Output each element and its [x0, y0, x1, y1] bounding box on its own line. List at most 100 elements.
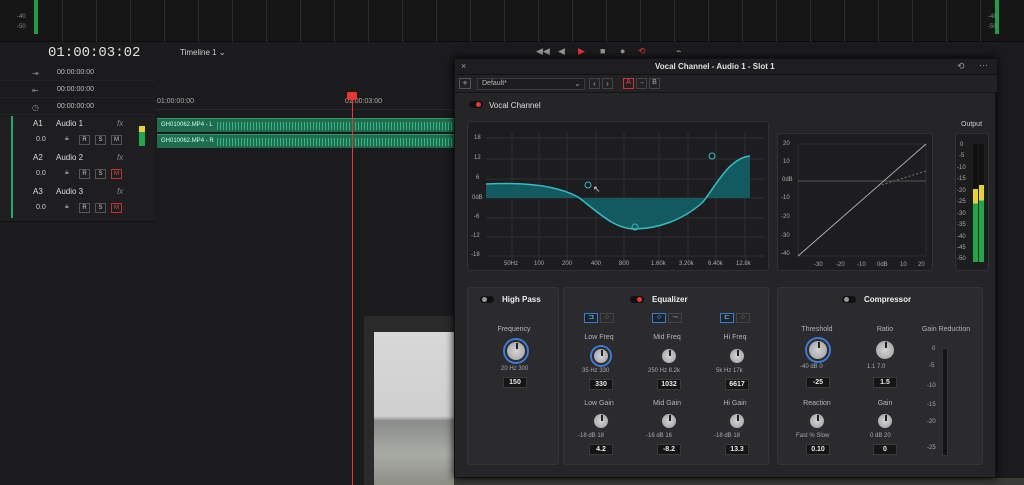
playhead-handle[interactable]	[347, 92, 357, 100]
ratio-value[interactable]: 1.5	[873, 377, 897, 388]
gain-knob[interactable]	[876, 412, 894, 430]
reaction-value[interactable]: 0.10	[806, 444, 830, 455]
eq-graph[interactable]: ↖ 18 12 6 0dB -6 -12 -18 50Hz 100 200 40…	[467, 121, 769, 271]
mute-button[interactable]: M	[111, 169, 122, 179]
reset-icon[interactable]: ⟲	[957, 61, 965, 72]
timeline-selector[interactable]: Timeline 1 ⌄	[180, 48, 226, 57]
panel-title: Vocal Channel - Audio 1 - Slot 1	[655, 62, 775, 71]
gain-value[interactable]: 0	[873, 444, 897, 455]
hi-shelf-filter-icon[interactable]: ⊏	[720, 313, 734, 323]
hi-gain-knob[interactable]	[728, 412, 746, 430]
hi-freq-knob[interactable]	[728, 347, 746, 365]
lock-icon[interactable]: 🔒︎	[65, 135, 69, 143]
meter-left	[34, 0, 38, 34]
comp-y-tick: -30	[781, 233, 790, 239]
lock-icon[interactable]: 🔒︎	[65, 203, 69, 211]
playhead[interactable]	[352, 92, 353, 485]
track-volume[interactable]: 0.0	[36, 136, 46, 143]
mid-gain-value[interactable]: -8.2	[657, 444, 681, 455]
compare-b-button[interactable]: B	[649, 78, 660, 89]
hi-band-node[interactable]	[708, 152, 716, 160]
high-pass-frequency-knob[interactable]	[505, 340, 527, 362]
mid-gain-knob[interactable]	[660, 412, 678, 430]
close-icon[interactable]: ×	[461, 61, 466, 71]
record-button[interactable]: ●	[620, 46, 625, 56]
eq-curve-svg[interactable]: ↖	[468, 122, 770, 272]
preset-dropdown[interactable]: Default* ⌄	[477, 78, 585, 90]
mid-notch-filter-icon[interactable]: ⊸	[668, 313, 682, 323]
solo-button[interactable]: S	[95, 135, 106, 145]
low-shelf-filter-icon[interactable]: ⊐	[584, 313, 598, 323]
reverse-play-button[interactable]: ◀	[558, 46, 565, 57]
solo-button[interactable]: S	[95, 203, 106, 213]
high-pass-frequency-value[interactable]: 150	[503, 377, 527, 388]
ratio-knob[interactable]	[874, 339, 896, 361]
hi-freq-value[interactable]: 6617	[725, 379, 749, 390]
record-arm-button[interactable]: R	[79, 135, 90, 145]
play-button[interactable]: ▶	[578, 46, 585, 57]
mid-freq-value[interactable]: 1032	[657, 379, 681, 390]
hi-bell-filter-icon[interactable]: ○	[736, 313, 750, 323]
threshold-value[interactable]: -25	[806, 377, 830, 388]
panel-titlebar[interactable]: × Vocal Channel - Audio 1 - Slot 1 ⟲ ⋯	[455, 59, 997, 75]
toggle-switch[interactable]	[842, 296, 856, 303]
low-gain-knob[interactable]	[592, 412, 610, 430]
record-arm-button[interactable]: R	[79, 169, 90, 179]
track-a2[interactable]: A2 Audio 2 fx 0.0 🔒︎ R S M	[0, 150, 155, 188]
fx-icon[interactable]: fx	[117, 153, 123, 162]
timecode-row-duration: ◷ 00:00:00:00	[0, 99, 155, 115]
mid-gain-label: Mid Gain	[652, 400, 681, 407]
track-volume[interactable]: 0.0	[36, 170, 46, 177]
low-freq-value[interactable]: 330	[589, 379, 613, 390]
threshold-knob[interactable]	[807, 339, 829, 361]
audio-clip[interactable]: GH010062.MP4 - R	[157, 134, 454, 148]
meter-label: -50	[988, 24, 997, 30]
compare-a-button[interactable]: A	[623, 78, 634, 89]
gr-tick: -10	[927, 383, 936, 389]
comp-x-tick: 20	[918, 262, 925, 268]
track-a1[interactable]: A1 Audio 1 fx 0.0 🔒︎ R S M	[0, 116, 155, 154]
toggle-switch[interactable]	[630, 296, 644, 303]
track-a3[interactable]: A3 Audio 3 fx 0.0 🔒︎ R S M	[0, 184, 155, 222]
mute-button[interactable]: M	[111, 135, 122, 145]
high-pass-toggle[interactable]	[480, 296, 494, 305]
rewind-button[interactable]: ◀◀	[536, 46, 550, 57]
copy-a-to-b-button[interactable]: →	[636, 78, 647, 89]
loop-button[interactable]: ⟲	[638, 46, 646, 57]
equalizer-toggle[interactable]	[630, 296, 644, 305]
low-bell-filter-icon[interactable]: ○	[600, 313, 614, 323]
knob-scale: 35 Hz 330	[582, 368, 610, 374]
low-freq-knob[interactable]	[592, 347, 610, 365]
track-volume[interactable]: 0.0	[36, 204, 46, 211]
track-name: Audio 1	[56, 119, 84, 128]
eq-x-tick: 400	[591, 261, 602, 267]
next-preset-button[interactable]: ›	[602, 78, 613, 89]
add-preset-button[interactable]: +	[459, 78, 471, 89]
mid-freq-knob[interactable]	[660, 347, 678, 365]
audio-clip[interactable]: GH010062.MP4 - L	[157, 118, 454, 132]
toggle-switch[interactable]	[480, 296, 494, 303]
mute-button[interactable]: M	[111, 203, 122, 213]
solo-button[interactable]: S	[95, 169, 106, 179]
hi-gain-value[interactable]: 13.3	[725, 444, 749, 455]
lock-icon[interactable]: 🔒︎	[65, 169, 69, 177]
record-arm-button[interactable]: R	[79, 203, 90, 213]
toggle-switch[interactable]	[469, 101, 483, 108]
comp-y-tick: 20	[783, 141, 790, 147]
out-tick: -10	[957, 165, 966, 171]
low-band-node[interactable]	[584, 181, 592, 189]
reaction-knob[interactable]	[808, 412, 826, 430]
vocal-channel-toggle[interactable]	[469, 101, 483, 110]
compressor-toggle[interactable]	[842, 296, 856, 305]
stop-button[interactable]: ■	[600, 46, 605, 56]
low-gain-value[interactable]: 4.2	[589, 444, 613, 455]
edit-mode-icon[interactable]: ⌁	[676, 46, 681, 57]
fx-icon[interactable]: fx	[117, 187, 123, 196]
prev-preset-button[interactable]: ‹	[589, 78, 600, 89]
eq-y-tick: 12	[474, 155, 481, 161]
mid-bell-filter-icon[interactable]: ○	[652, 313, 666, 323]
output-label: Output	[961, 121, 983, 128]
more-icon[interactable]: ⋯	[979, 60, 988, 71]
fx-icon[interactable]: fx	[117, 119, 123, 128]
timeline-ruler[interactable]: 01:00:00:00 01:00:03:00	[155, 94, 455, 110]
